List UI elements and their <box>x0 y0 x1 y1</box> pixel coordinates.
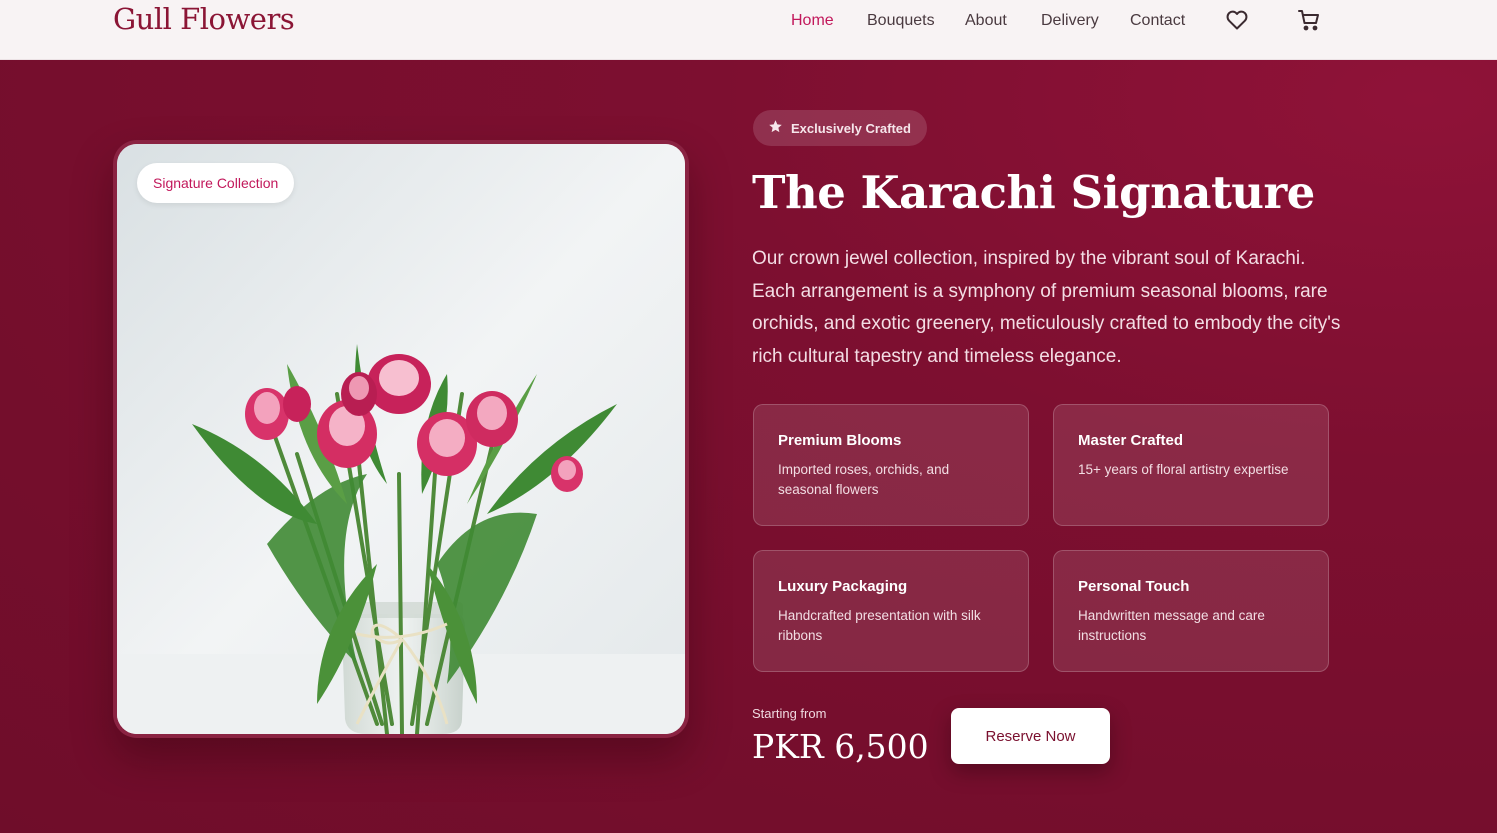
page-title: The Karachi Signature <box>752 166 1315 219</box>
pill-label: Exclusively Crafted <box>791 120 911 136</box>
cart-icon[interactable] <box>1297 8 1321 37</box>
price-value: PKR 6,500 <box>752 727 929 766</box>
feature-description: 15+ years of floral artistry expertise <box>1078 462 1289 477</box>
feature-card: Luxury Packaging Handcrafted presentatio… <box>753 550 1029 672</box>
signature-collection-badge: Signature Collection <box>137 163 295 203</box>
feature-title: Premium Blooms <box>778 432 902 449</box>
nav-link-bouquets[interactable]: Bouquets <box>867 10 935 32</box>
feature-description: Imported roses, orchids, and seasonal fl… <box>778 462 950 497</box>
feature-description: Handcrafted presentation with silk ribbo… <box>778 608 981 643</box>
product-image-frame <box>113 140 689 738</box>
nav-link-home[interactable]: Home <box>791 10 834 32</box>
nav-link-delivery[interactable]: Delivery <box>1041 10 1099 32</box>
collection-description: Our crown jewel collection, inspired by … <box>752 248 1341 367</box>
reserve-now-button[interactable]: Reserve Now <box>951 708 1110 764</box>
exclusively-crafted-pill: Exclusively Crafted <box>753 110 927 146</box>
feature-title: Personal Touch <box>1078 578 1190 595</box>
nav-link-contact[interactable]: Contact <box>1130 10 1185 32</box>
heart-icon[interactable] <box>1225 8 1249 37</box>
star-icon <box>768 119 783 137</box>
price-label: Starting from <box>752 706 827 721</box>
feature-title: Master Crafted <box>1078 432 1184 449</box>
top-navbar: Gull Flowers Home Bouquets About Deliver… <box>0 0 1497 60</box>
brand-logo[interactable]: Gull Flowers <box>113 2 295 36</box>
feature-title: Luxury Packaging <box>778 578 908 595</box>
nav-link-about[interactable]: About <box>965 10 1007 32</box>
tulip-bouquet-illustration <box>117 144 685 734</box>
feature-card: Premium Blooms Imported roses, orchids, … <box>753 404 1029 526</box>
feature-description: Handwritten message and care instruction… <box>1078 608 1265 643</box>
feature-card: Personal Touch Handwritten message and c… <box>1053 550 1329 672</box>
feature-card: Master Crafted 15+ years of floral artis… <box>1053 404 1329 526</box>
tulip-bouquet-image <box>117 144 685 734</box>
